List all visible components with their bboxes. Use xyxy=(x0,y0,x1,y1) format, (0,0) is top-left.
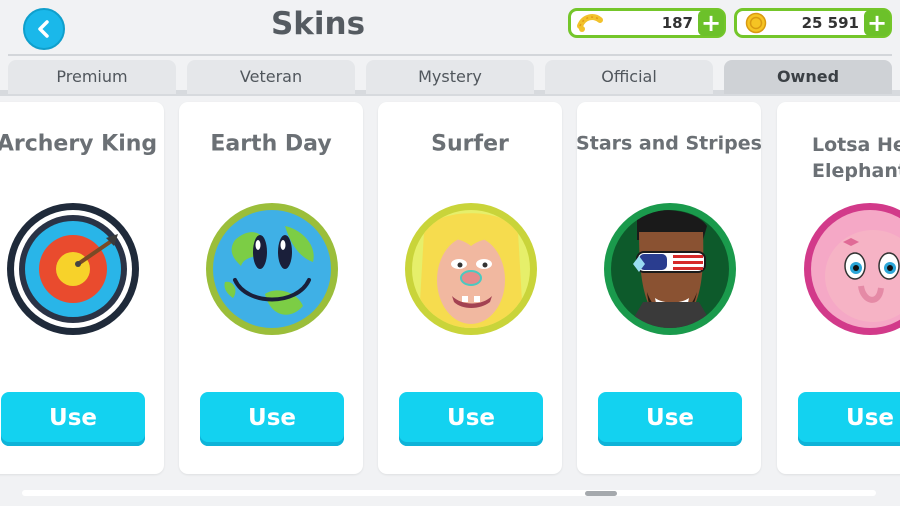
tab-mystery[interactable]: Mystery xyxy=(366,60,534,94)
skin-name: Stars and Stripes xyxy=(577,132,761,155)
blonde-surfer-avatar xyxy=(405,203,537,335)
tab-veteran[interactable]: Veteran xyxy=(187,60,355,94)
tab-owned[interactable]: Owned xyxy=(724,60,892,94)
coin-count: 25 591 xyxy=(801,14,859,32)
skin-card-lotsa-heart-elephant: Lotsa Hea Elephant Use xyxy=(777,102,900,474)
skin-name: Lotsa Hea Elephant xyxy=(812,132,900,184)
skin-name-line-1: Lotsa Hea xyxy=(812,134,900,156)
use-button-stars-and-stripes[interactable]: Use xyxy=(598,392,742,446)
add-wristbands-button[interactable]: + xyxy=(698,10,724,36)
skin-name: Surfer xyxy=(431,131,509,157)
skin-name-line-2: Elephant xyxy=(812,160,900,182)
skin-card-archery-king: Archery King Use xyxy=(0,102,164,474)
add-coins-button[interactable]: + xyxy=(864,10,890,36)
coin-counter: 25 591 + xyxy=(734,8,892,38)
gold-coin-icon xyxy=(745,12,767,34)
wristband-icon xyxy=(577,14,603,32)
skin-card-surfer: Surfer Use xyxy=(378,102,562,474)
header-divider xyxy=(8,54,892,56)
use-button-archery-king[interactable]: Use xyxy=(1,392,145,446)
skin-name: Archery King xyxy=(0,131,158,157)
smiling-earth-avatar xyxy=(206,203,338,335)
horizontal-scroll-thumb[interactable] xyxy=(585,491,617,496)
wristband-counter: 187 + xyxy=(568,8,726,38)
skin-name: Earth Day xyxy=(210,131,332,157)
archery-target-avatar xyxy=(7,203,139,335)
skin-card-earth-day: Earth Day Use xyxy=(179,102,363,474)
stars-and-stripes-avatar xyxy=(604,203,736,335)
wristband-count: 187 xyxy=(661,14,693,32)
tab-official[interactable]: Official xyxy=(545,60,713,94)
use-button-surfer[interactable]: Use xyxy=(399,392,543,446)
horizontal-scroll-track[interactable] xyxy=(22,490,876,496)
use-button-earth-day[interactable]: Use xyxy=(200,392,344,446)
tab-premium[interactable]: Premium xyxy=(8,60,176,94)
page-title: Skins xyxy=(270,6,366,42)
skin-card-stars-and-stripes: Stars and Stripes Use xyxy=(577,102,761,474)
pink-elephant-avatar xyxy=(804,203,900,335)
use-button-lotsa-heart-elephant[interactable]: Use xyxy=(798,392,900,446)
